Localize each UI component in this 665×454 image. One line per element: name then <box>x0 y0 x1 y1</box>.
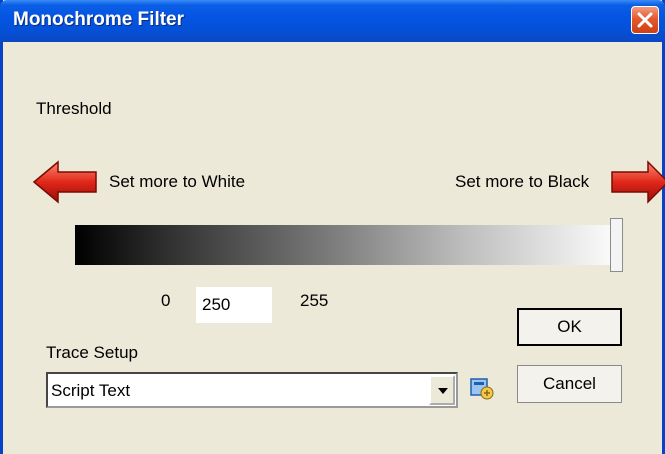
monochrome-filter-dialog: Monochrome Filter Threshold Set more to … <box>0 0 665 454</box>
set-white-hint: Set more to White <box>109 172 246 191</box>
red-left-arrow-icon <box>32 160 97 204</box>
close-button[interactable] <box>631 6 659 34</box>
max-value-label: 255 <box>300 291 329 310</box>
trace-setup-value: Script Text <box>51 381 131 400</box>
cancel-button[interactable]: Cancel <box>517 365 622 403</box>
ok-button[interactable]: OK <box>517 308 622 346</box>
trace-setup-select[interactable]: Script Text <box>46 372 458 408</box>
red-right-arrow-icon <box>611 160 665 204</box>
trace-setup-dropdown-button[interactable] <box>429 375 455 405</box>
set-black-hint: Set more to Black <box>455 172 590 191</box>
title-bar[interactable]: Monochrome Filter <box>0 0 665 42</box>
close-icon <box>637 12 653 28</box>
window-title: Monochrome Filter <box>13 9 185 30</box>
threshold-label: Threshold <box>36 99 112 118</box>
setup-icon[interactable] <box>469 377 495 401</box>
chevron-down-icon <box>438 388 448 394</box>
threshold-value-input[interactable] <box>196 287 272 323</box>
trace-setup-label: Trace Setup <box>46 343 138 362</box>
threshold-slider-thumb[interactable] <box>610 218 623 272</box>
threshold-slider-track[interactable] <box>75 225 623 265</box>
min-value-label: 0 <box>161 291 171 310</box>
